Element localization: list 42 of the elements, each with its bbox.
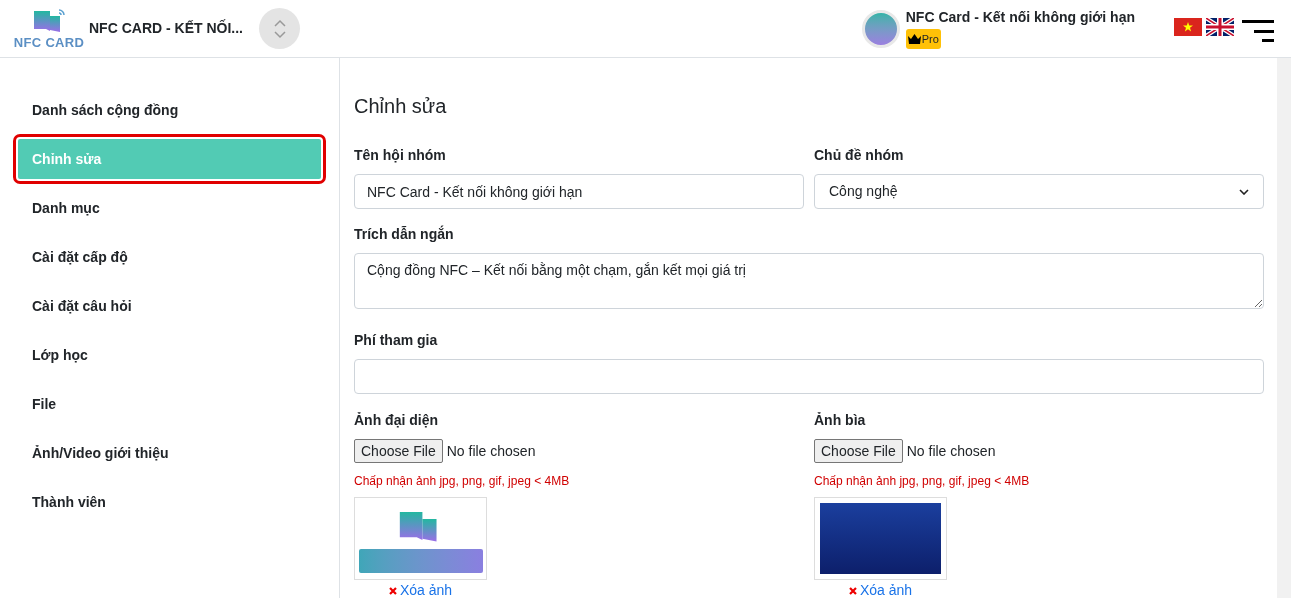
field-label: Phí tham gia [354, 331, 439, 350]
remove-image-link[interactable]: Xóa ảnh [388, 580, 453, 598]
fee-input[interactable] [354, 359, 1264, 394]
quote-textarea[interactable]: Cộng đồng NFC – Kết nối bằng một chạm, gắn kết mọi giá trị [354, 253, 1264, 309]
field-label: Trích dẫn ngắn [354, 224, 455, 244]
choose-file-button[interactable]: Choose File [354, 439, 443, 463]
uk-flag-icon[interactable] [1206, 18, 1234, 36]
sidebar-item[interactable]: Cài đặt câu hỏi [18, 286, 321, 326]
field-label: Ảnh đại diện [354, 411, 439, 430]
field-label: Ảnh bìa [814, 411, 867, 430]
group-name-input[interactable]: NFC Card - Kết nối không giới hạn [354, 174, 804, 209]
avatar[interactable] [861, 10, 900, 48]
switch-button[interactable] [259, 8, 300, 49]
topic-select[interactable]: Công nghệ [814, 174, 1264, 209]
close-icon [848, 586, 857, 595]
sidebar-item[interactable]: File [18, 384, 321, 424]
file-status: No file chosen [906, 441, 996, 461]
file-status: No file chosen [446, 441, 536, 461]
remove-image-link[interactable]: Xóa ảnh [848, 580, 913, 598]
sidebar-item[interactable]: Danh mục [18, 188, 321, 228]
close-icon [388, 586, 397, 595]
sidebar-item[interactable]: Ảnh/Video giới thiệu [18, 433, 321, 473]
file-hint: Chấp nhận ảnh jpg, png, gif, jpeg < 4MB [354, 473, 571, 490]
up-down-chevron-icon [272, 18, 287, 39]
sidebar-item[interactable]: Danh sách cộng đồng [18, 90, 321, 130]
sidebar-item[interactable]: Lớp học [18, 335, 321, 375]
vietnam-flag-icon[interactable] [1174, 18, 1202, 36]
menu-button[interactable] [1242, 20, 1274, 42]
caret-icon [1239, 188, 1249, 195]
community-title: NFC CARD - KẾT NỐI... [89, 18, 243, 38]
account-name: NFC Card - Kết nối không giới hạn [905, 8, 1135, 26]
page-heading: Chỉnh sửa [354, 94, 448, 119]
choose-file-button[interactable]: Choose File [814, 439, 903, 463]
field-label: Chủ đề nhóm [814, 146, 905, 165]
sidebar-item[interactable]: Thành viên [18, 482, 321, 522]
card-logo-icon [32, 8, 66, 34]
file-hint: Chấp nhận ảnh jpg, png, gif, jpeg < 4MB [814, 473, 1031, 490]
logo-text: NFC CARD [13, 36, 85, 49]
field-label: Tên hội nhóm [354, 146, 447, 165]
crown-icon [907, 34, 921, 44]
pro-badge: Pro [905, 29, 941, 49]
sidebar-item[interactable]: Cài đặt cấp độ [18, 237, 321, 277]
